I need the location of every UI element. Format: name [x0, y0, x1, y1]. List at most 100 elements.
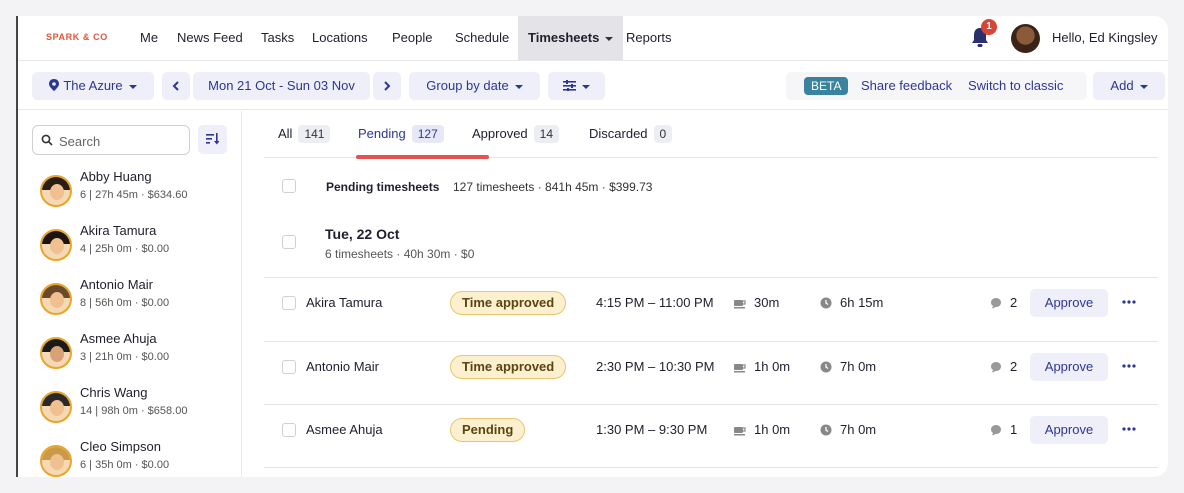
row-checkbox[interactable]: [282, 296, 296, 310]
comment-count: 1: [1010, 422, 1018, 437]
select-day-checkbox[interactable]: [282, 235, 296, 249]
greeting-label: Hello, Ed Kingsley: [1052, 30, 1158, 45]
shift-time: 4:15 PM – 11:00 PM: [596, 295, 714, 310]
row-checkbox[interactable]: [282, 423, 296, 437]
nav-timesheets[interactable]: Timesheets: [518, 16, 624, 60]
comment-count: 2: [1010, 295, 1018, 310]
timesheet-row[interactable]: Asmee Ahuja Pending 1:30 PM – 9:30 PM 1h…: [264, 404, 1158, 467]
shift-duration: 7h 0m: [840, 359, 877, 374]
comment-icon[interactable]: [990, 424, 1002, 436]
select-all-checkbox[interactable]: [282, 179, 296, 193]
employee-name: Asmee Ahuja: [306, 422, 383, 437]
brand-logo[interactable]: SPARK & CO: [46, 32, 108, 42]
tab-label: Discarded: [589, 126, 648, 141]
nav-people[interactable]: People: [392, 16, 432, 60]
nav-locations[interactable]: Locations: [312, 16, 368, 60]
location-select[interactable]: The Azure: [32, 72, 154, 100]
more-options-icon[interactable]: [1122, 300, 1136, 304]
person-meta: 4 | 25h 0m · $0.00: [80, 243, 170, 255]
date-range-picker[interactable]: Mon 21 Oct - Sun 03 Nov: [193, 72, 370, 100]
chevron-down-icon: [1139, 84, 1148, 89]
table-row: [264, 467, 1158, 477]
person-name: Asmee Ahuja: [80, 331, 157, 346]
avatar: [40, 337, 72, 369]
tab-count: 14: [533, 125, 560, 143]
timesheet-row[interactable]: Akira Tamura Time approved 4:15 PM – 11:…: [264, 277, 1158, 340]
sidebar-person[interactable]: Abby Huang 6 | 27h 45m · $634.60: [38, 169, 228, 211]
sidebar-person[interactable]: Akira Tamura 4 | 25h 0m · $0.00: [38, 223, 228, 265]
user-avatar[interactable]: [1011, 24, 1040, 53]
day-header: Tue, 22 Oct: [325, 226, 400, 242]
comment-icon[interactable]: [990, 297, 1002, 309]
nav-news-feed[interactable]: News Feed: [177, 16, 243, 60]
prev-period-button[interactable]: [162, 72, 190, 100]
clock-icon: [820, 424, 832, 436]
nav-tasks[interactable]: Tasks: [261, 16, 294, 60]
sort-button[interactable]: [198, 125, 227, 154]
person-meta: 3 | 21h 0m · $0.00: [80, 351, 170, 363]
approve-button[interactable]: Approve: [1030, 289, 1108, 317]
group-by-select[interactable]: Group by date: [409, 72, 540, 100]
avatar: [40, 445, 72, 477]
person-meta: 8 | 56h 0m · $0.00: [80, 297, 170, 309]
add-button[interactable]: Add: [1093, 72, 1165, 100]
nav-reports[interactable]: Reports: [626, 16, 672, 60]
sidebar-person[interactable]: Antonio Mair 8 | 56h 0m · $0.00: [38, 277, 228, 319]
tab-count: 141: [298, 125, 331, 143]
tab-approved[interactable]: Approved 14: [472, 125, 560, 143]
tab-label: Approved: [472, 126, 528, 141]
tab-pending[interactable]: Pending 127: [358, 125, 444, 143]
notification-badge: 1: [981, 19, 997, 35]
person-meta: 14 | 98h 0m · $658.00: [80, 405, 188, 417]
sidebar-person[interactable]: Asmee Ahuja 3 | 21h 0m · $0.00: [38, 331, 228, 373]
location-label: The Azure: [63, 78, 123, 93]
search-box: [32, 125, 190, 155]
location-pin-icon: [49, 79, 60, 91]
person-meta: 6 | 27h 45m · $634.60: [80, 189, 188, 201]
more-options-icon[interactable]: [1122, 427, 1136, 431]
person-name: Antonio Mair: [80, 277, 153, 292]
avatar: [40, 391, 72, 423]
approve-button[interactable]: Approve: [1030, 416, 1108, 444]
tab-discarded[interactable]: Discarded 0: [589, 125, 673, 143]
shift-duration: 6h 15m: [840, 295, 884, 310]
chevron-down-icon: [605, 36, 614, 41]
nav-me[interactable]: Me: [140, 16, 158, 60]
avatar: [40, 229, 72, 261]
tab-count: 0: [653, 125, 673, 143]
filter-button[interactable]: [548, 72, 605, 100]
coffee-cup-icon: [734, 300, 746, 309]
filter-sliders-icon: [563, 80, 576, 91]
more-options-icon[interactable]: [1122, 364, 1136, 368]
sidebar-person[interactable]: Chris Wang 14 | 98h 0m · $658.00: [38, 385, 228, 427]
clock-icon: [820, 297, 832, 309]
share-feedback-link[interactable]: Share feedback: [861, 72, 952, 100]
tab-count: 127: [411, 125, 444, 143]
person-name: Chris Wang: [80, 385, 148, 400]
add-label: Add: [1110, 78, 1134, 93]
sort-icon: [206, 133, 219, 145]
sidebar-person[interactable]: Cleo Simpson 6 | 35h 0m · $0.00: [38, 439, 228, 477]
next-period-button[interactable]: [373, 72, 401, 100]
beta-badge: BETA: [804, 77, 849, 95]
employee-name: Antonio Mair: [306, 359, 379, 374]
app-window: SPARK & CO Me News Feed Tasks Locations …: [16, 16, 1168, 477]
coffee-cup-icon: [734, 364, 746, 373]
chevron-down-icon: [582, 84, 590, 89]
tab-all[interactable]: All 141: [278, 125, 331, 143]
coffee-cup-icon: [734, 427, 746, 436]
search-input[interactable]: [59, 132, 179, 150]
nav-schedule[interactable]: Schedule: [455, 16, 509, 60]
comment-count: 2: [1010, 359, 1018, 374]
comment-icon[interactable]: [990, 361, 1002, 373]
tab-label: All: [278, 126, 293, 141]
avatar: [40, 283, 72, 315]
approve-button[interactable]: Approve: [1030, 353, 1108, 381]
chevron-down-icon: [514, 84, 523, 89]
timesheet-row[interactable]: Antonio Mair Time approved 2:30 PM – 10:…: [264, 341, 1158, 404]
row-checkbox[interactable]: [282, 360, 296, 374]
user-menu[interactable]: Hello, Ed Kingsley: [1052, 16, 1168, 85]
employee-name: Akira Tamura: [306, 295, 383, 310]
switch-to-classic-link[interactable]: Switch to classic: [968, 72, 1063, 100]
toolbar: The Azure Mon 21 Oct - Sun 03 Nov Group …: [18, 60, 1168, 110]
